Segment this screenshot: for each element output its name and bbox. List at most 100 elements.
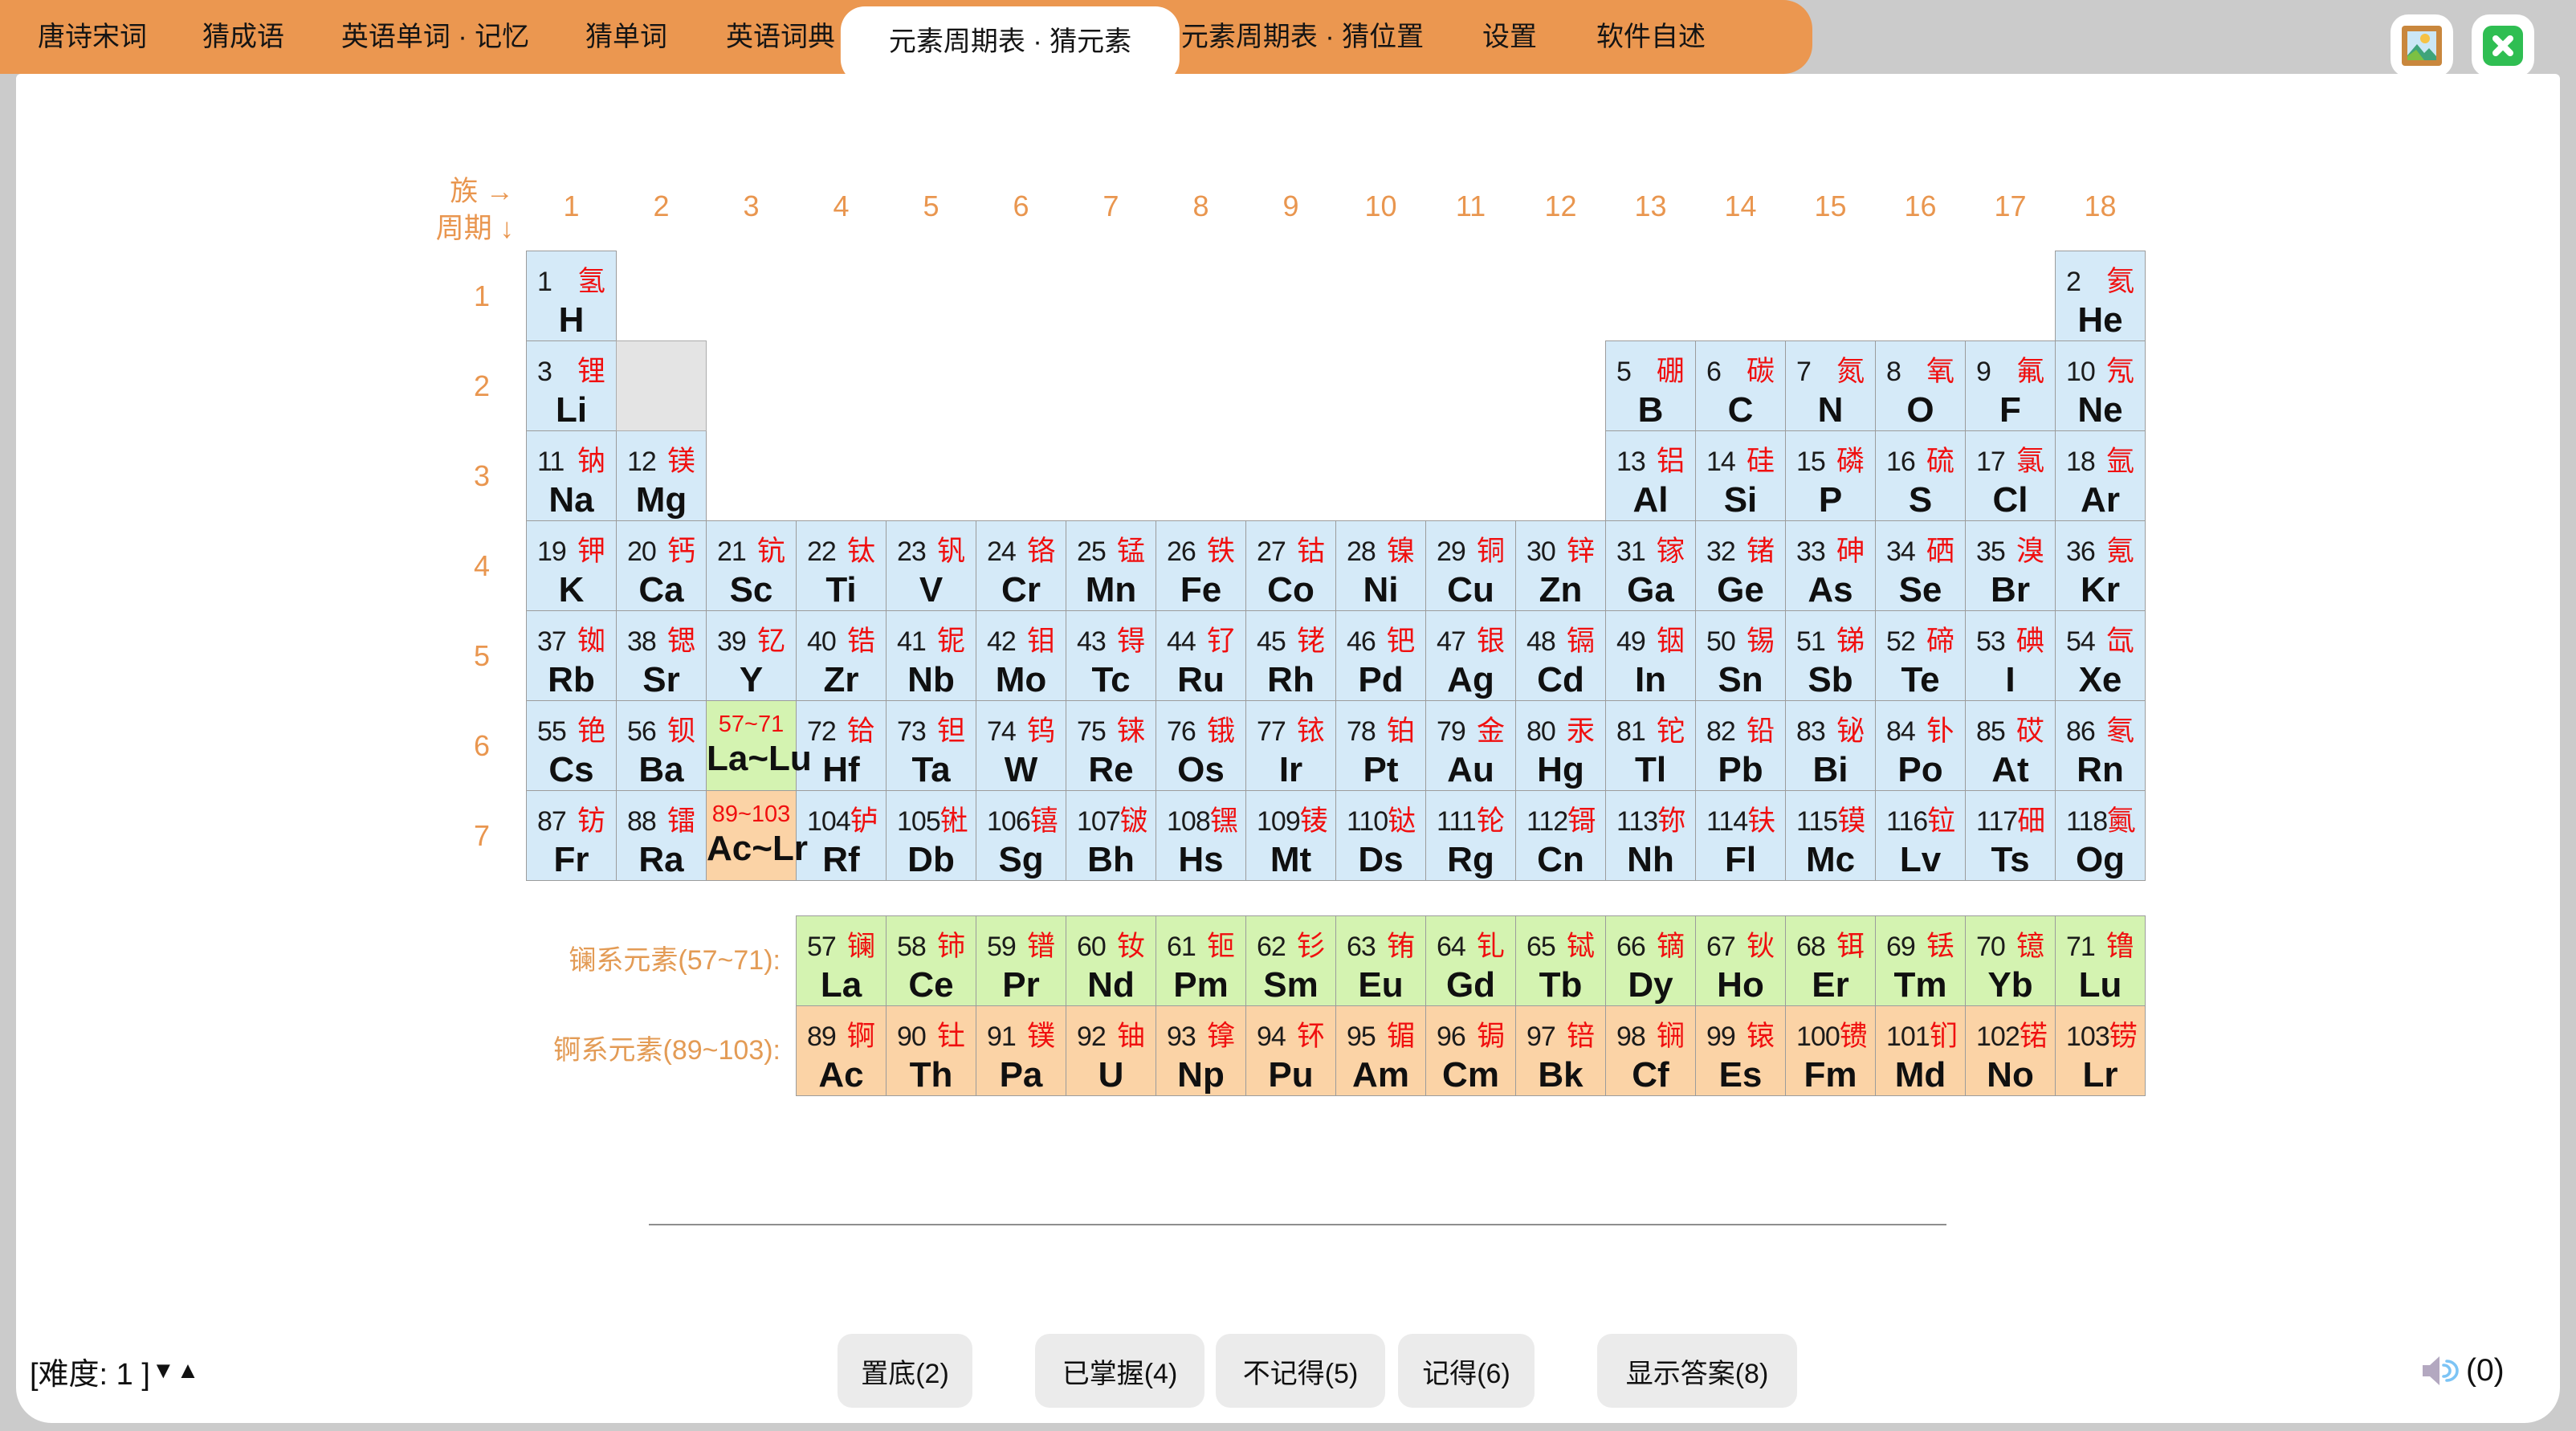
element-cell-Ru[interactable]: 44钌Ru bbox=[1156, 610, 1246, 701]
element-cell-Sg[interactable]: 106𬭳Sg bbox=[976, 790, 1066, 881]
element-cell-Ga[interactable]: 31镓Ga bbox=[1605, 520, 1696, 611]
element-cell-Re[interactable]: 75铼Re bbox=[1066, 700, 1156, 791]
element-cell-Mc[interactable]: 115镆Mc bbox=[1785, 790, 1876, 881]
element-cell-Lr[interactable]: 103铹Lr bbox=[2055, 1005, 2146, 1096]
element-cell-Mo[interactable]: 42钼Mo bbox=[976, 610, 1066, 701]
element-cell-Xe[interactable]: 54氙Xe bbox=[2055, 610, 2146, 701]
element-cell-Nb[interactable]: 41铌Nb bbox=[886, 610, 976, 701]
element-cell-Ge[interactable]: 32锗Ge bbox=[1695, 520, 1786, 611]
difficulty-down-arrow[interactable]: ▼ bbox=[152, 1358, 175, 1384]
element-cell-Pb[interactable]: 82铅Pb bbox=[1695, 700, 1786, 791]
element-cell-U[interactable]: 92铀U bbox=[1066, 1005, 1156, 1096]
tab-periodic-guess-position[interactable]: 元素周期表 · 猜位置 bbox=[1181, 0, 1424, 74]
element-cell-In[interactable]: 49铟In bbox=[1605, 610, 1696, 701]
element-cell-Pt[interactable]: 78铂Pt bbox=[1335, 700, 1426, 791]
element-cell-Tm[interactable]: 69铥Tm bbox=[1875, 915, 1966, 1006]
element-cell-Ba[interactable]: 56钡Ba bbox=[616, 700, 707, 791]
element-cell-No[interactable]: 102锘No bbox=[1965, 1005, 2056, 1096]
element-cell-Bh[interactable]: 107𬭛Bh bbox=[1066, 790, 1156, 881]
tab-guess-idiom[interactable]: 猜成语 bbox=[202, 0, 284, 74]
element-cell-W[interactable]: 74钨W bbox=[976, 700, 1066, 791]
element-cell-Pd[interactable]: 46钯Pd bbox=[1335, 610, 1426, 701]
element-cell-Ir[interactable]: 77铱Ir bbox=[1245, 700, 1336, 791]
element-cell-Lu[interactable]: 71镥Lu bbox=[2055, 915, 2146, 1006]
element-cell-C[interactable]: 6碳C bbox=[1695, 340, 1786, 431]
element-range-lanthanides[interactable]: 57~71La~Lu bbox=[706, 700, 797, 791]
element-cell-F[interactable]: 9氟F bbox=[1965, 340, 2056, 431]
element-cell-Es[interactable]: 99锿Es bbox=[1695, 1005, 1786, 1096]
element-cell-Md[interactable]: 101钔Md bbox=[1875, 1005, 1966, 1096]
element-cell-Sc[interactable]: 21钪Sc bbox=[706, 520, 797, 611]
element-cell-Ra[interactable]: 88镭Ra bbox=[616, 790, 707, 881]
element-cell-Nh[interactable]: 113鿭Nh bbox=[1605, 790, 1696, 881]
element-cell-Rb[interactable]: 37铷Rb bbox=[526, 610, 617, 701]
element-cell-Fr[interactable]: 87钫Fr bbox=[526, 790, 617, 881]
element-cell-At[interactable]: 85砹At bbox=[1965, 700, 2056, 791]
send-to-bottom-button[interactable]: 置底(2) bbox=[838, 1334, 972, 1408]
element-cell-Se[interactable]: 34硒Se bbox=[1875, 520, 1966, 611]
element-cell-Ne[interactable]: 10氖Ne bbox=[2055, 340, 2146, 431]
element-cell-V[interactable]: 23钒V bbox=[886, 520, 976, 611]
close-icon[interactable] bbox=[2472, 14, 2534, 77]
element-range-actinides[interactable]: 89~103Ac~Lr bbox=[706, 790, 797, 881]
element-cell-Cs[interactable]: 55铯Cs bbox=[526, 700, 617, 791]
element-cell-Sn[interactable]: 50锡Sn bbox=[1695, 610, 1786, 701]
element-cell-Og[interactable]: 118鿫Og bbox=[2055, 790, 2146, 881]
tab-guess-word[interactable]: 猜单词 bbox=[585, 0, 667, 74]
element-cell-Cl[interactable]: 17氯Cl bbox=[1965, 430, 2056, 521]
element-cell-Bk[interactable]: 97锫Bk bbox=[1515, 1005, 1606, 1096]
tab-tangshi-songci[interactable]: 唐诗宋词 bbox=[38, 0, 147, 74]
element-cell-Hs[interactable]: 108𬭶Hs bbox=[1156, 790, 1246, 881]
element-cell-Fm[interactable]: 100镄Fm bbox=[1785, 1005, 1876, 1096]
element-cell-Co[interactable]: 27钴Co bbox=[1245, 520, 1336, 611]
tab-periodic-guess-element[interactable]: 元素周期表 · 猜元素 bbox=[841, 6, 1180, 84]
element-cell-Pm[interactable]: 61钷Pm bbox=[1156, 915, 1246, 1006]
element-cell-As[interactable]: 33砷As bbox=[1785, 520, 1876, 611]
element-cell-Pu[interactable]: 94钚Pu bbox=[1245, 1005, 1336, 1096]
element-cell-Yb[interactable]: 70镱Yb bbox=[1965, 915, 2056, 1006]
element-cell-Si[interactable]: 14硅Si bbox=[1695, 430, 1786, 521]
element-cell-B[interactable]: 5硼B bbox=[1605, 340, 1696, 431]
element-cell-hidden[interactable] bbox=[616, 340, 707, 431]
element-cell-Eu[interactable]: 63铕Eu bbox=[1335, 915, 1426, 1006]
element-cell-Ni[interactable]: 28镍Ni bbox=[1335, 520, 1426, 611]
element-cell-Rf[interactable]: 104𬬻Rf bbox=[796, 790, 887, 881]
element-cell-Ac[interactable]: 89锕Ac bbox=[796, 1005, 887, 1096]
element-cell-Cd[interactable]: 48镉Cd bbox=[1515, 610, 1606, 701]
element-cell-Fl[interactable]: 114𫓧Fl bbox=[1695, 790, 1786, 881]
element-cell-He[interactable]: 2氦He bbox=[2055, 251, 2146, 341]
tab-settings[interactable]: 设置 bbox=[1482, 0, 1537, 74]
remember-button[interactable]: 记得(6) bbox=[1398, 1334, 1535, 1408]
element-cell-S[interactable]: 16硫S bbox=[1875, 430, 1966, 521]
element-cell-K[interactable]: 19钾K bbox=[526, 520, 617, 611]
element-cell-Y[interactable]: 39钇Y bbox=[706, 610, 797, 701]
dont-remember-button[interactable]: 不记得(5) bbox=[1216, 1334, 1385, 1408]
element-cell-Cf[interactable]: 98锎Cf bbox=[1605, 1005, 1696, 1096]
element-cell-Lv[interactable]: 116𫟷Lv bbox=[1875, 790, 1966, 881]
element-cell-Tl[interactable]: 81铊Tl bbox=[1605, 700, 1696, 791]
tab-about[interactable]: 软件自述 bbox=[1596, 0, 1706, 74]
element-cell-P[interactable]: 15磷P bbox=[1785, 430, 1876, 521]
element-cell-Hg[interactable]: 80汞Hg bbox=[1515, 700, 1606, 791]
element-cell-Kr[interactable]: 36氪Kr bbox=[2055, 520, 2146, 611]
element-cell-Ds[interactable]: 110𫟼Ds bbox=[1335, 790, 1426, 881]
element-cell-Ar[interactable]: 18氩Ar bbox=[2055, 430, 2146, 521]
element-cell-Th[interactable]: 90钍Th bbox=[886, 1005, 976, 1096]
element-cell-Mg[interactable]: 12镁Mg bbox=[616, 430, 707, 521]
element-cell-Po[interactable]: 84钋Po bbox=[1875, 700, 1966, 791]
element-cell-Zr[interactable]: 40锆Zr bbox=[796, 610, 887, 701]
element-cell-Sb[interactable]: 51锑Sb bbox=[1785, 610, 1876, 701]
element-cell-La[interactable]: 57镧La bbox=[796, 915, 887, 1006]
element-cell-Ta[interactable]: 73钽Ta bbox=[886, 700, 976, 791]
tab-english-words-memory[interactable]: 英语单词 · 记忆 bbox=[341, 0, 529, 74]
element-cell-Mt[interactable]: 109鿏Mt bbox=[1245, 790, 1336, 881]
element-cell-Ho[interactable]: 67钬Ho bbox=[1695, 915, 1786, 1006]
element-cell-Nd[interactable]: 60钕Nd bbox=[1066, 915, 1156, 1006]
difficulty-up-arrow[interactable]: ▲ bbox=[177, 1358, 200, 1384]
element-cell-Am[interactable]: 95镅Am bbox=[1335, 1005, 1426, 1096]
element-cell-Zn[interactable]: 30锌Zn bbox=[1515, 520, 1606, 611]
element-cell-Cu[interactable]: 29铜Cu bbox=[1425, 520, 1516, 611]
element-cell-Br[interactable]: 35溴Br bbox=[1965, 520, 2056, 611]
element-cell-N[interactable]: 7氮N bbox=[1785, 340, 1876, 431]
element-cell-Sr[interactable]: 38锶Sr bbox=[616, 610, 707, 701]
